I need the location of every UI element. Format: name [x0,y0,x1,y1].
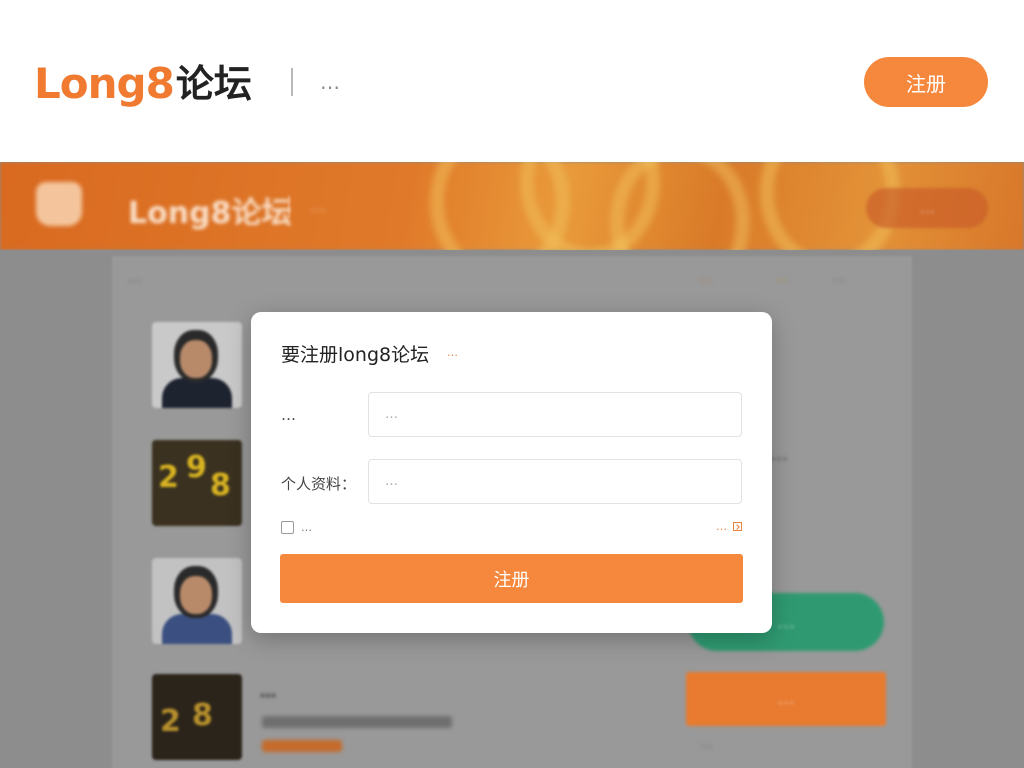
background-sort-option: … [832,270,845,285]
remember-label: … [301,521,312,534]
remember-checkbox[interactable] [281,521,294,534]
background-side-text: … [770,444,788,465]
banner-tagline: … [310,196,326,215]
background-thumbnail: 298 [152,440,242,526]
site-header: Long8 论坛 … 注册 [0,0,1024,162]
header-register-button[interactable]: 注册 [864,57,988,107]
first-field-input[interactable] [368,392,742,437]
background-text-line [262,740,342,752]
secondary-link[interactable]: … [716,520,742,533]
site-tagline: … [320,70,341,94]
background-orange-button: … [686,672,886,726]
field-label-first: … [281,406,296,424]
banner-logo: Long8论坛 [128,196,292,231]
header-divider [291,68,293,96]
secondary-link-label: … [716,520,727,533]
background-breadcrumb: … [128,270,142,286]
background-sort-option: … [775,270,788,285]
profile-field-input[interactable] [368,459,742,504]
modal-hint-link[interactable]: … [447,346,458,359]
logo-latin-text: Long8 [34,59,175,108]
logo-cjk-text: 论坛 [175,62,252,106]
remember-option[interactable]: … [281,521,312,534]
background-sort-option: … [700,270,713,285]
chevron-right-icon [733,522,742,531]
register-submit-button[interactable]: 注册 [280,554,743,603]
background-thumbnail [152,558,242,644]
background-thumbnail: 28 [152,674,242,760]
site-logo[interactable]: Long8 论坛 [34,54,252,110]
register-modal: 要注册long8论坛 … … 个人资料： … … 注册 [251,312,772,633]
banner-button: … [866,188,988,228]
background-text-line [262,716,452,728]
field-label-profile: 个人资料： [281,475,357,493]
background-list-title: … [260,682,276,701]
background-thumbnail [152,322,242,408]
modal-title: 要注册long8论坛 [281,344,430,366]
banner-divider [288,196,290,218]
background-bottom-links: … [700,736,713,751]
banner-logo-icon [36,182,82,226]
